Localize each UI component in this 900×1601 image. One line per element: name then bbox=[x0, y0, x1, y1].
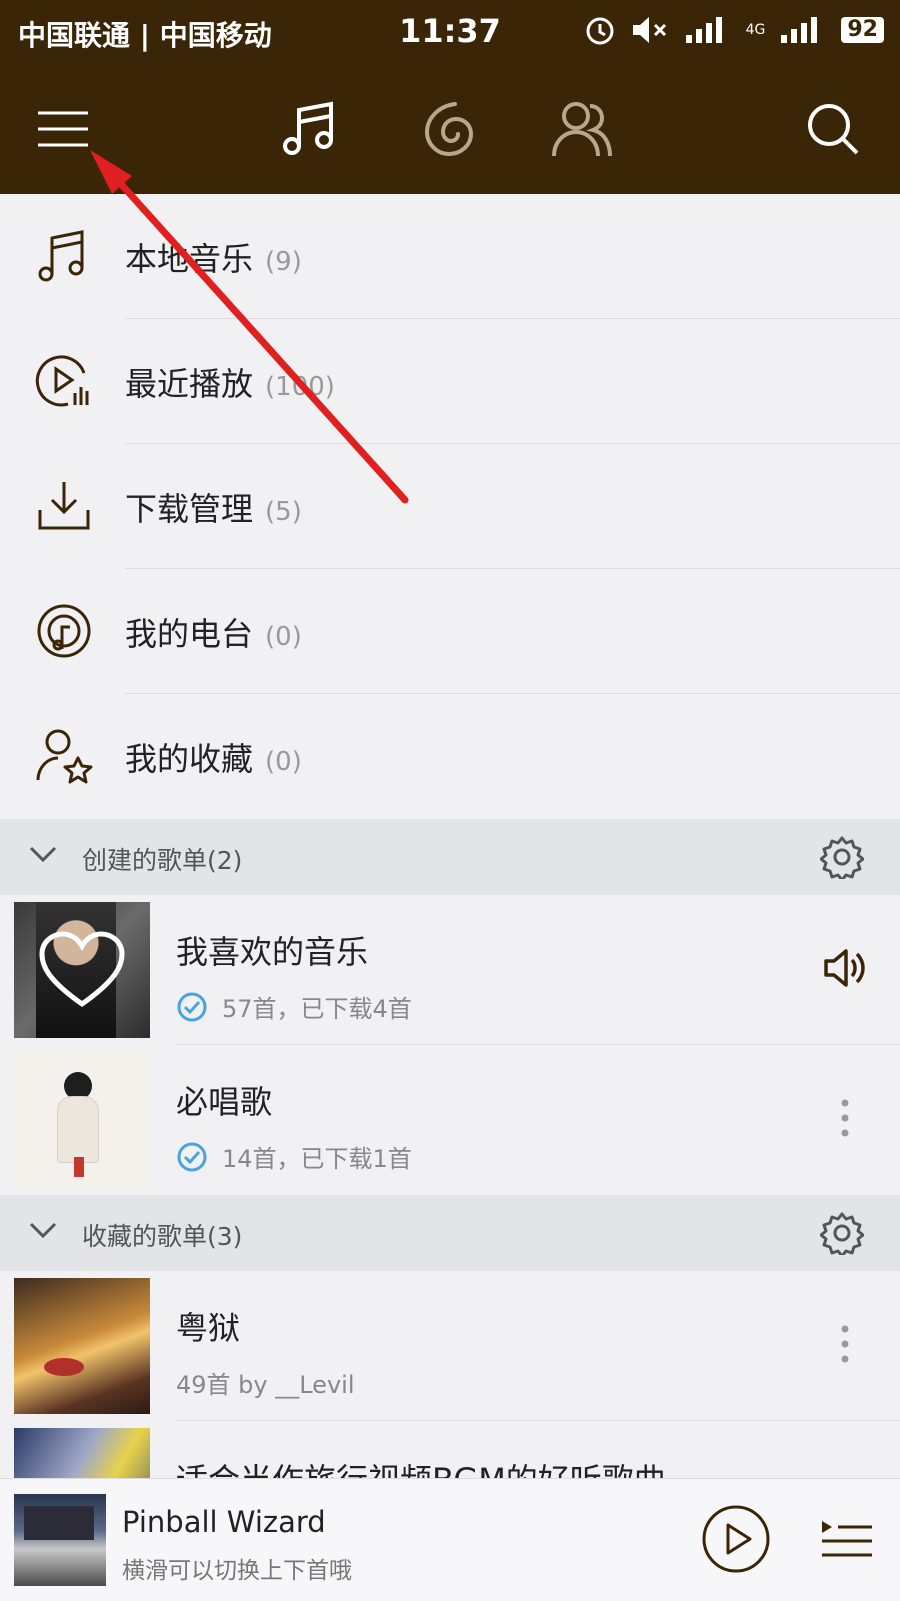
playlist-item[interactable]: 粤狱 49首 by __Levil bbox=[0, 1271, 900, 1421]
menu-recent-play[interactable]: 最近播放 (100) bbox=[0, 319, 900, 444]
top-nav-bar bbox=[0, 66, 900, 194]
chevron-down-icon bbox=[29, 846, 57, 863]
downloaded-check-icon bbox=[177, 992, 207, 1021]
section-title: 收藏的歌单(3) bbox=[82, 1222, 243, 1251]
downloaded-check-icon bbox=[177, 1142, 207, 1171]
now-playing-title: Pinball Wizard bbox=[122, 1505, 326, 1539]
menu-count: (0) bbox=[265, 747, 302, 777]
playlist-item[interactable]: 必唱歌 14首，已下载1首 bbox=[0, 1045, 900, 1195]
playlist-item[interactable]: 我喜欢的音乐 57首，已下载4首 bbox=[0, 895, 900, 1045]
recent-play-icon bbox=[35, 355, 89, 407]
playlist-queue-icon[interactable] bbox=[820, 1515, 874, 1563]
playlist-title: 粤狱 bbox=[176, 1309, 241, 1347]
tab-my-music[interactable] bbox=[275, 94, 345, 164]
network-type: 4G bbox=[745, 22, 766, 38]
heart-icon bbox=[39, 931, 125, 1008]
mute-icon bbox=[632, 17, 666, 43]
collected-playlists-header[interactable]: 收藏的歌单(3) bbox=[0, 1195, 900, 1271]
menu-count: (9) bbox=[265, 247, 302, 277]
now-playing-cover bbox=[14, 1494, 106, 1586]
playlist-subtitle: 49首 by __Levil bbox=[176, 1371, 355, 1399]
menu-label: 我的收藏 bbox=[125, 740, 254, 778]
mini-player[interactable]: Pinball Wizard 横滑可以切换上下首哦 bbox=[0, 1478, 900, 1601]
menu-label: 我的电台 bbox=[125, 615, 254, 653]
battery-indicator: 92 bbox=[841, 17, 884, 43]
menu-my-radio[interactable]: 我的电台 (0) bbox=[0, 569, 900, 694]
menu-local-music[interactable]: 本地音乐 (9) bbox=[0, 194, 900, 319]
chevron-down-icon bbox=[29, 1222, 57, 1239]
menu-label: 下载管理 bbox=[125, 490, 254, 528]
download-icon bbox=[38, 482, 90, 530]
section-title: 创建的歌单(2) bbox=[82, 846, 243, 875]
created-playlists-header[interactable]: 创建的歌单(2) bbox=[0, 819, 900, 895]
alarm-icon bbox=[586, 17, 614, 45]
gear-icon[interactable] bbox=[820, 835, 864, 879]
playlist-subtitle: 57首，已下载4首 bbox=[222, 995, 412, 1023]
friends-icon bbox=[552, 102, 612, 157]
search-button[interactable] bbox=[798, 94, 868, 164]
discover-icon bbox=[424, 102, 474, 157]
tab-discover[interactable] bbox=[415, 94, 485, 164]
music-note-icon bbox=[38, 230, 84, 282]
playlist-title: 我喜欢的音乐 bbox=[176, 933, 369, 971]
menu-label: 最近播放 bbox=[125, 365, 254, 403]
now-playing-subtitle: 横滑可以切换上下首哦 bbox=[122, 1558, 352, 1584]
more-vertical-icon[interactable] bbox=[822, 1321, 868, 1367]
play-button[interactable] bbox=[700, 1503, 772, 1575]
search-icon bbox=[808, 104, 859, 155]
status-icons: 4G 92 bbox=[584, 14, 884, 46]
menu-icon bbox=[38, 111, 88, 147]
signal-icon-2 bbox=[781, 17, 818, 43]
menu-downloads[interactable]: 下载管理 (5) bbox=[0, 444, 900, 569]
menu-button[interactable] bbox=[28, 94, 98, 164]
menu-count: (0) bbox=[265, 622, 302, 652]
menu-my-favorites[interactable]: 我的收藏 (0) bbox=[0, 694, 900, 819]
playlist-subtitle: 14首，已下载1首 bbox=[222, 1145, 412, 1173]
playlist-cover bbox=[14, 902, 150, 1038]
music-note-icon bbox=[283, 101, 333, 155]
menu-count: (5) bbox=[265, 497, 302, 527]
user-star-icon bbox=[36, 729, 93, 784]
menu-label: 本地音乐 bbox=[125, 240, 254, 278]
more-vertical-icon[interactable] bbox=[822, 1095, 868, 1141]
radio-icon bbox=[37, 604, 91, 658]
playlist-title: 必唱歌 bbox=[176, 1083, 273, 1121]
signal-icon bbox=[685, 17, 722, 43]
playlist-cover bbox=[14, 1278, 150, 1414]
speaker-icon[interactable] bbox=[822, 945, 868, 991]
tab-friends[interactable] bbox=[548, 94, 618, 164]
status-bar: 中国联通 | 中国移动 11:37 4G 92 bbox=[0, 0, 900, 66]
gear-icon[interactable] bbox=[820, 1211, 864, 1255]
menu-count: (100) bbox=[265, 372, 335, 402]
playlist-cover bbox=[14, 1052, 150, 1188]
